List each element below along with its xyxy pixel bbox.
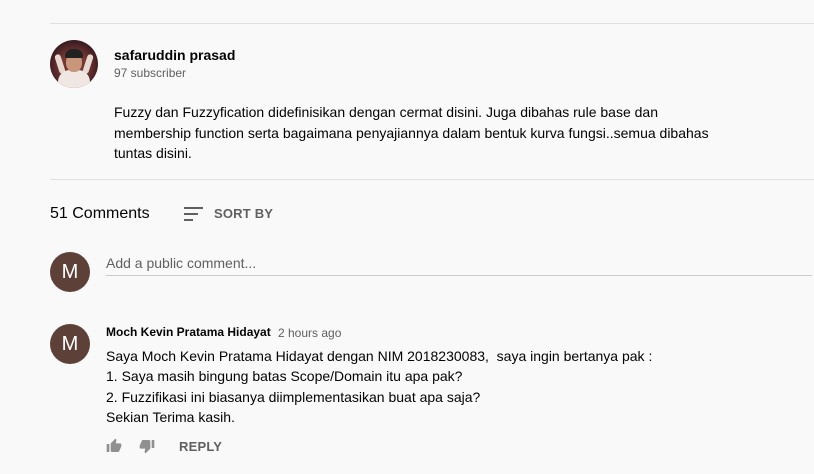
thumbs-down-icon[interactable] <box>139 438 155 454</box>
video-description: Fuzzy dan Fuzzyfication didefinisikan de… <box>114 102 734 164</box>
comments-count: 51 Comments <box>50 205 150 222</box>
add-comment-input[interactable] <box>106 251 812 276</box>
description-line: Fuzzy dan Fuzzyfication didefinisikan de… <box>114 104 658 120</box>
comment-author-avatar[interactable]: M <box>50 324 90 364</box>
sort-by-button[interactable]: SORT BY <box>183 203 273 223</box>
current-user-avatar: M <box>50 252 90 292</box>
top-divider <box>50 23 814 24</box>
comment-line: Sekian Terima kasih. <box>106 408 235 425</box>
comment-line: 2. Fuzzifikasi ini biasanya diimplementa… <box>106 388 481 405</box>
thumbs-up-icon[interactable] <box>106 438 122 454</box>
comment-author-name[interactable]: Moch Kevin Pratama Hidayat <box>106 325 271 339</box>
comment-actions: REPLY <box>106 436 222 456</box>
channel-name[interactable]: safaruddin prasad <box>114 47 235 63</box>
comments-page: safaruddin prasad 97 subscriber Fuzzy da… <box>0 0 814 474</box>
comment-text: Saya Moch Kevin Pratama Hidayat dengan N… <box>106 346 746 427</box>
description-line: membership function serta bagaimana peny… <box>114 124 709 141</box>
sort-icon <box>183 204 205 222</box>
sort-by-label: SORT BY <box>214 205 274 221</box>
comment-line: 1. Saya masih bingung batas Scope/Domain… <box>106 368 463 385</box>
comment-line: Saya Moch Kevin Pratama Hidayat dengan N… <box>106 348 653 364</box>
description-divider <box>50 179 814 180</box>
channel-avatar[interactable] <box>50 40 98 88</box>
description-line: tuntas disini. <box>114 145 192 161</box>
reply-button[interactable]: REPLY <box>179 439 222 454</box>
subscriber-count: 97 subscriber <box>114 66 187 80</box>
comment-timestamp[interactable]: 2 hours ago <box>278 326 341 340</box>
